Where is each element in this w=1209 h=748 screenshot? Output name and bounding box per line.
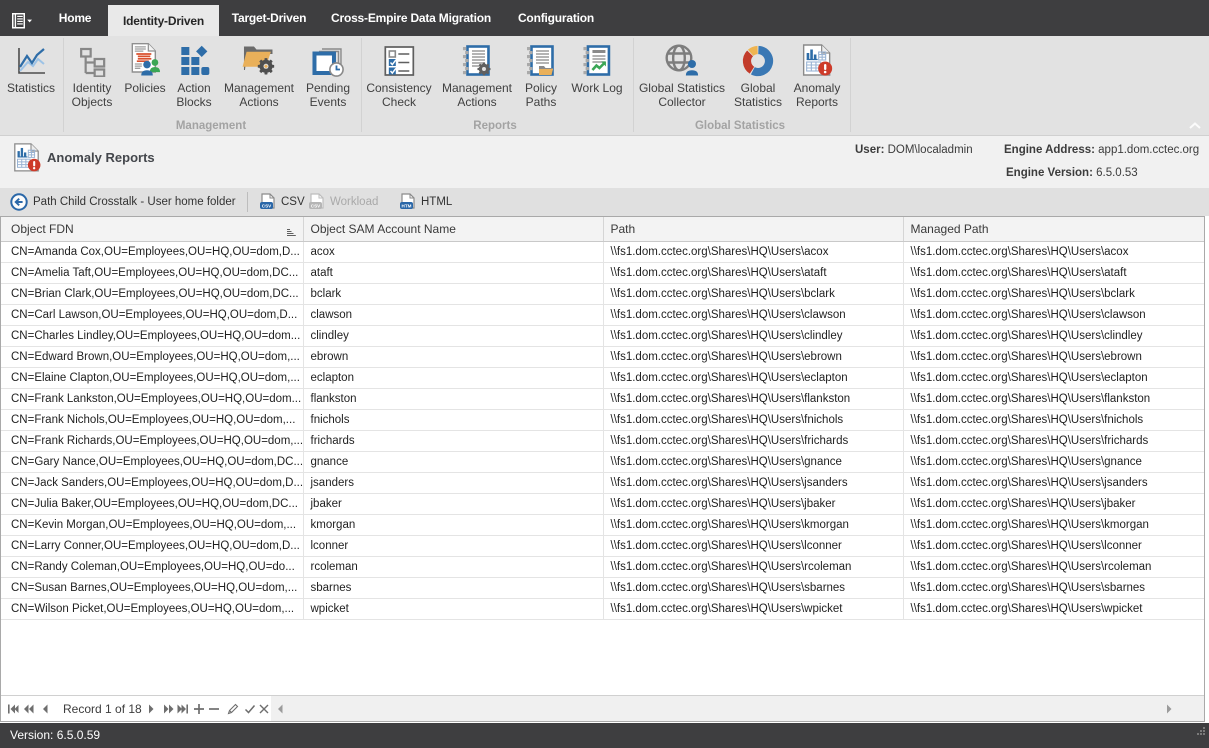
- svg-text:CSV: CSV: [262, 203, 272, 208]
- svg-text:CSV: CSV: [311, 203, 321, 208]
- svg-text:HTM: HTM: [402, 203, 412, 208]
